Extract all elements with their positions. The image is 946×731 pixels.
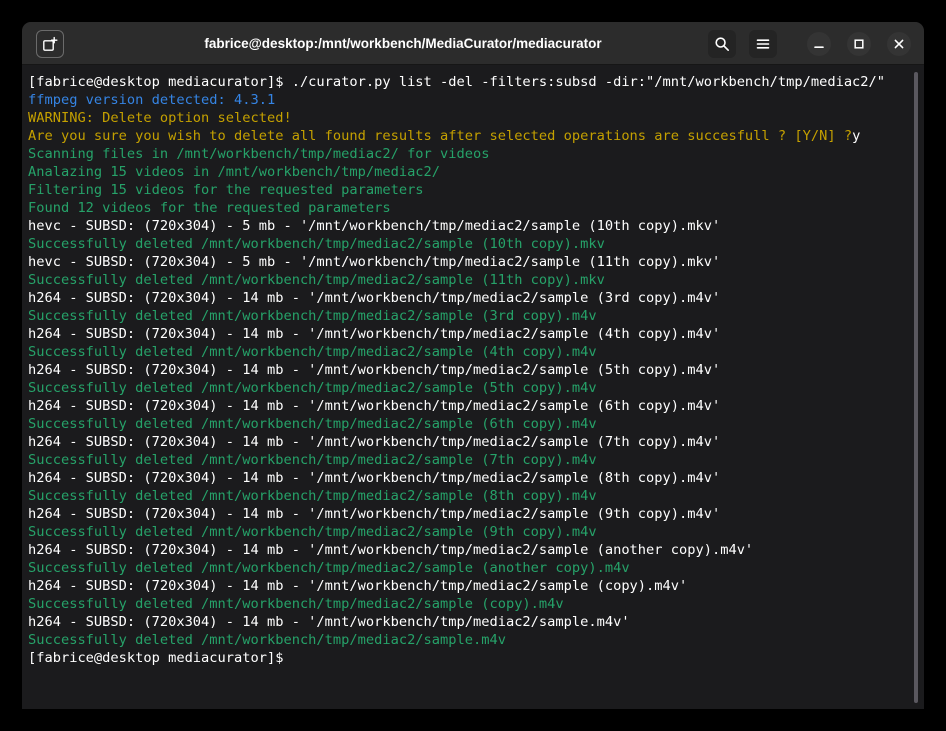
window-controls xyxy=(807,32,911,56)
minimize-button[interactable] xyxy=(807,32,831,56)
terminal-line: h264 - SUBSD: (720x304) - 14 mb - '/mnt/… xyxy=(28,469,910,487)
terminal-text-segment: h264 - SUBSD: (720x304) - 14 mb - '/mnt/… xyxy=(28,362,720,378)
search-button[interactable] xyxy=(708,30,736,58)
terminal-output: [fabrice@desktop mediacurator]$ ./curato… xyxy=(28,73,910,667)
terminal-line: h264 - SUBSD: (720x304) - 14 mb - '/mnt/… xyxy=(28,361,910,379)
terminal-line: Successfully deleted /mnt/workbench/tmp/… xyxy=(28,307,910,325)
terminal-text-segment: h264 - SUBSD: (720x304) - 14 mb - '/mnt/… xyxy=(28,542,753,558)
terminal-window: fabrice@desktop:/mnt/workbench/MediaCura… xyxy=(22,22,924,709)
terminal-line: Are you sure you wish to delete all foun… xyxy=(28,127,910,145)
terminal-text-segment: Successfully deleted /mnt/workbench/tmp/… xyxy=(28,416,597,432)
terminal-line: h264 - SUBSD: (720x304) - 14 mb - '/mnt/… xyxy=(28,325,910,343)
terminal-text-segment: Successfully deleted /mnt/workbench/tmp/… xyxy=(28,452,597,468)
terminal-line: Successfully deleted /mnt/workbench/tmp/… xyxy=(28,595,910,613)
terminal-line: h264 - SUBSD: (720x304) - 14 mb - '/mnt/… xyxy=(28,541,910,559)
terminal-line: h264 - SUBSD: (720x304) - 14 mb - '/mnt/… xyxy=(28,613,910,631)
terminal-text-segment: Successfully deleted /mnt/workbench/tmp/… xyxy=(28,272,605,288)
terminal-line: Successfully deleted /mnt/workbench/tmp/… xyxy=(28,451,910,469)
terminal-line: h264 - SUBSD: (720x304) - 14 mb - '/mnt/… xyxy=(28,397,910,415)
terminal-text-segment: Filtering 15 videos for the requested pa… xyxy=(28,182,424,198)
terminal-text-segment: h264 - SUBSD: (720x304) - 14 mb - '/mnt/… xyxy=(28,434,720,450)
terminal-line: h264 - SUBSD: (720x304) - 14 mb - '/mnt/… xyxy=(28,433,910,451)
terminal-line: Analazing 15 videos in /mnt/workbench/tm… xyxy=(28,163,910,181)
terminal-line: h264 - SUBSD: (720x304) - 14 mb - '/mnt/… xyxy=(28,289,910,307)
minimize-icon xyxy=(812,37,826,51)
titlebar[interactable]: fabrice@desktop:/mnt/workbench/MediaCura… xyxy=(22,22,924,65)
terminal-text-segment: h264 - SUBSD: (720x304) - 14 mb - '/mnt/… xyxy=(28,614,630,630)
terminal-line: hevc - SUBSD: (720x304) - 5 mb - '/mnt/w… xyxy=(28,253,910,271)
terminal-text-segment: h264 - SUBSD: (720x304) - 14 mb - '/mnt/… xyxy=(28,290,720,306)
terminal-line: Successfully deleted /mnt/workbench/tmp/… xyxy=(28,235,910,253)
scrollbar[interactable] xyxy=(911,72,921,703)
terminal-text-segment: Successfully deleted /mnt/workbench/tmp/… xyxy=(28,236,605,252)
terminal-text-segment: Successfully deleted /mnt/workbench/tmp/… xyxy=(28,524,597,540)
terminal-text-segment: Successfully deleted /mnt/workbench/tmp/… xyxy=(28,344,597,360)
terminal-line: hevc - SUBSD: (720x304) - 5 mb - '/mnt/w… xyxy=(28,217,910,235)
terminal-text-segment: hevc - SUBSD: (720x304) - 5 mb - '/mnt/w… xyxy=(28,254,720,270)
terminal-line: Successfully deleted /mnt/workbench/tmp/… xyxy=(28,631,910,649)
hamburger-menu-icon xyxy=(755,36,771,52)
terminal-text-segment: Successfully deleted /mnt/workbench/tmp/… xyxy=(28,380,597,396)
terminal-text-segment: Scanning files in /mnt/workbench/tmp/med… xyxy=(28,146,489,162)
terminal-screen[interactable]: [fabrice@desktop mediacurator]$ ./curato… xyxy=(22,66,924,709)
terminal-line: Successfully deleted /mnt/workbench/tmp/… xyxy=(28,523,910,541)
terminal-line: Successfully deleted /mnt/workbench/tmp/… xyxy=(28,559,910,577)
search-icon xyxy=(714,36,730,52)
tab-new-icon xyxy=(42,36,58,52)
terminal-line: Successfully deleted /mnt/workbench/tmp/… xyxy=(28,271,910,289)
terminal-line: Successfully deleted /mnt/workbench/tmp/… xyxy=(28,487,910,505)
scrollbar-thumb[interactable] xyxy=(914,72,918,703)
terminal-text-segment: Are you sure you wish to delete all foun… xyxy=(28,128,852,144)
menu-button[interactable] xyxy=(749,30,777,58)
terminal-line: WARNING: Delete option selected! xyxy=(28,109,910,127)
close-button[interactable] xyxy=(887,32,911,56)
maximize-icon xyxy=(852,37,866,51)
terminal-line: Successfully deleted /mnt/workbench/tmp/… xyxy=(28,343,910,361)
maximize-button[interactable] xyxy=(847,32,871,56)
terminal-text-segment: ffmpeg version detected: 4.3.1 xyxy=(28,92,275,108)
close-icon xyxy=(892,37,906,51)
terminal-line: [fabrice@desktop mediacurator]$ xyxy=(28,649,910,667)
terminal-text-segment: [fabrice@desktop mediacurator]$ ./curato… xyxy=(28,74,885,90)
terminal-text-segment: Successfully deleted /mnt/workbench/tmp/… xyxy=(28,560,630,576)
terminal-text-segment: hevc - SUBSD: (720x304) - 5 mb - '/mnt/w… xyxy=(28,218,720,234)
terminal-line: Successfully deleted /mnt/workbench/tmp/… xyxy=(28,379,910,397)
terminal-line: Found 12 videos for the requested parame… xyxy=(28,199,910,217)
terminal-text-segment: h264 - SUBSD: (720x304) - 14 mb - '/mnt/… xyxy=(28,506,720,522)
terminal-text-segment: h264 - SUBSD: (720x304) - 14 mb - '/mnt/… xyxy=(28,578,687,594)
terminal-line: ffmpeg version detected: 4.3.1 xyxy=(28,91,910,109)
terminal-line: Scanning files in /mnt/workbench/tmp/med… xyxy=(28,145,910,163)
terminal-text-segment: WARNING: Delete option selected! xyxy=(28,110,292,126)
terminal-text-segment: h264 - SUBSD: (720x304) - 14 mb - '/mnt/… xyxy=(28,326,720,342)
terminal-text-segment: Successfully deleted /mnt/workbench/tmp/… xyxy=(28,596,564,612)
terminal-line: [fabrice@desktop mediacurator]$ ./curato… xyxy=(28,73,910,91)
titlebar-left-group xyxy=(36,22,64,65)
terminal-text-segment: Successfully deleted /mnt/workbench/tmp/… xyxy=(28,488,597,504)
terminal-text-segment: [fabrice@desktop mediacurator]$ xyxy=(28,650,292,666)
terminal-text-segment: Successfully deleted /mnt/workbench/tmp/… xyxy=(28,308,597,324)
terminal-text-segment: y xyxy=(852,128,860,144)
terminal-line: h264 - SUBSD: (720x304) - 14 mb - '/mnt/… xyxy=(28,577,910,595)
terminal-text-segment: Successfully deleted /mnt/workbench/tmp/… xyxy=(28,632,506,648)
terminal-text-segment: h264 - SUBSD: (720x304) - 14 mb - '/mnt/… xyxy=(28,470,720,486)
titlebar-right-group xyxy=(708,22,911,65)
terminal-line: Filtering 15 videos for the requested pa… xyxy=(28,181,910,199)
terminal-line: Successfully deleted /mnt/workbench/tmp/… xyxy=(28,415,910,433)
terminal-text-segment: Found 12 videos for the requested parame… xyxy=(28,200,391,216)
terminal-text-segment: h264 - SUBSD: (720x304) - 14 mb - '/mnt/… xyxy=(28,398,720,414)
terminal-text-segment: Analazing 15 videos in /mnt/workbench/tm… xyxy=(28,164,440,180)
window-title: fabrice@desktop:/mnt/workbench/MediaCura… xyxy=(142,22,664,65)
terminal-line: h264 - SUBSD: (720x304) - 14 mb - '/mnt/… xyxy=(28,505,910,523)
new-tab-button[interactable] xyxy=(36,30,64,58)
